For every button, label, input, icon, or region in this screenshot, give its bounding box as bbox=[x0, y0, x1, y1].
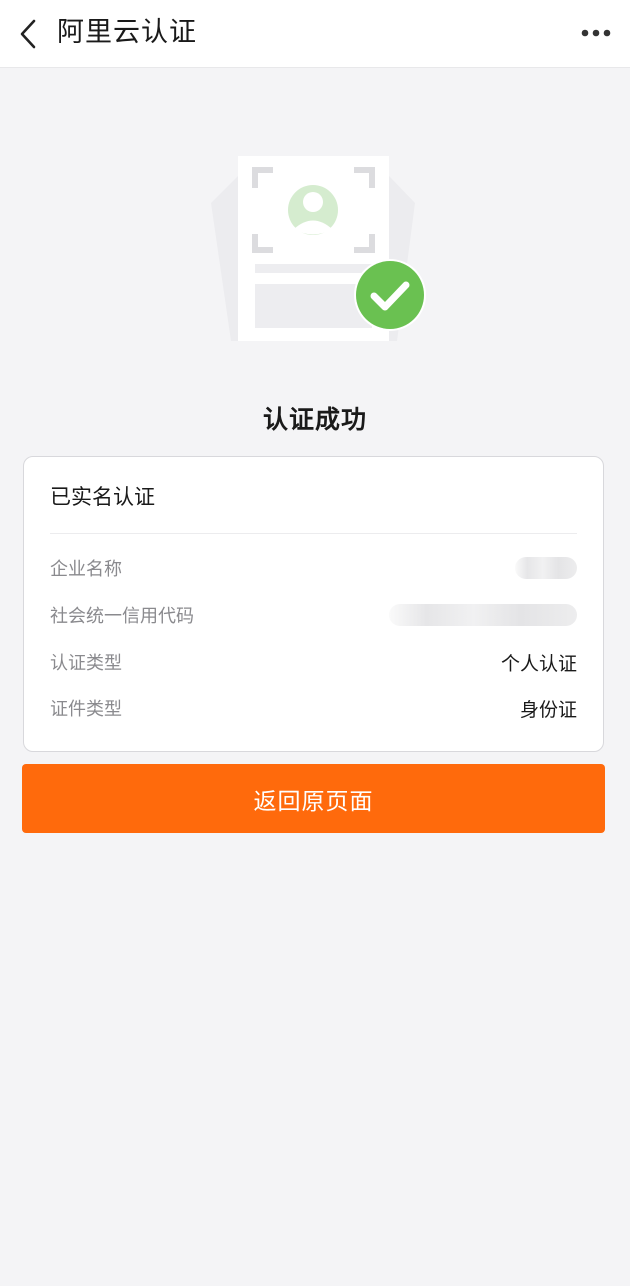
page-title: 阿里云认证 bbox=[57, 17, 197, 48]
success-title: 认证成功 bbox=[262, 405, 367, 434]
more-horizontal-icon bbox=[581, 29, 611, 37]
back-button[interactable] bbox=[10, 14, 46, 54]
verification-card: 已实名认证 企业名称 社会统一信用代码 认证类型 个人认证 证件类型 身份证 bbox=[23, 456, 604, 752]
blurred-value bbox=[389, 604, 577, 626]
row-label: 认证类型 bbox=[50, 653, 122, 674]
row-value: 身份证 bbox=[519, 698, 577, 721]
row-value: 个人认证 bbox=[500, 652, 577, 675]
nav-bar: 阿里云认证 bbox=[0, 0, 630, 68]
blurred-value bbox=[515, 557, 577, 579]
card-header: 已实名认证 bbox=[50, 485, 155, 509]
verified-illustration bbox=[205, 148, 430, 348]
row-label: 证件类型 bbox=[50, 699, 122, 720]
id-card-verified-illustration bbox=[211, 156, 426, 341]
row-label: 企业名称 bbox=[50, 559, 122, 580]
more-button[interactable] bbox=[578, 18, 614, 48]
info-row-auth-type: 认证类型 个人认证 bbox=[50, 649, 577, 675]
row-label: 社会统一信用代码 bbox=[50, 606, 194, 627]
return-button[interactable]: 返回原页面 bbox=[22, 764, 605, 833]
info-row-company-name: 企业名称 bbox=[50, 555, 577, 581]
divider bbox=[50, 533, 577, 534]
info-row-credit-code: 社会统一信用代码 bbox=[50, 602, 577, 628]
info-row-id-type: 证件类型 身份证 bbox=[50, 695, 577, 721]
chevron-left-icon bbox=[20, 19, 36, 49]
